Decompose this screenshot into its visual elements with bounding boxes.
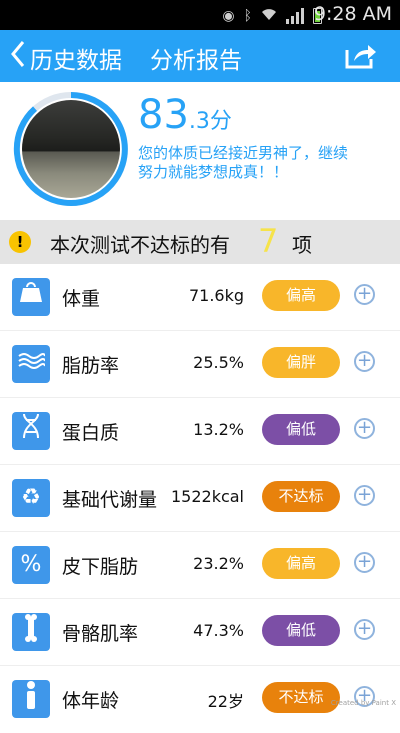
metric-row-body-fat[interactable]: 脂肪率 25.5% 偏胖 +	[0, 331, 400, 398]
expand-plus-icon[interactable]: +	[354, 485, 375, 506]
metric-value: 23.2%	[193, 554, 244, 573]
metric-value: 22岁	[207, 692, 244, 711]
status-badge: 偏低	[262, 615, 340, 646]
scale-icon	[12, 278, 50, 316]
expand-plus-icon[interactable]: +	[354, 418, 375, 439]
metric-name: 蛋白质	[62, 422, 120, 444]
expand-plus-icon[interactable]: +	[354, 351, 375, 372]
metric-name: 体年龄	[62, 690, 120, 712]
eye-icon: ◉	[222, 8, 235, 24]
watermark: Created by Paint X	[330, 699, 396, 707]
status-badge: 不达标	[262, 481, 340, 512]
expand-plus-icon[interactable]: +	[354, 284, 375, 305]
status-badge: 偏高	[262, 280, 340, 311]
expand-plus-icon[interactable]: +	[354, 619, 375, 640]
score-section: 83.3分 您的体质已经接近男神了，继续努力就能梦想成真！！	[0, 82, 400, 220]
metric-row-protein[interactable]: 蛋白质 13.2% 偏低 +	[0, 398, 400, 465]
status-badge: 偏低	[262, 414, 340, 445]
metric-name: 基础代谢量	[62, 489, 158, 511]
back-button-label[interactable]: 历史数据	[30, 41, 122, 75]
expand-plus-icon[interactable]: +	[354, 552, 375, 573]
percent-icon: %	[12, 546, 50, 584]
metric-row-bmr[interactable]: ♻ 基础代谢量 1522kcal 不达标 +	[0, 465, 400, 532]
status-badge: 不达标	[262, 682, 340, 713]
status-bar: ◉ ᛒ 9:28 AM	[0, 0, 400, 30]
app-header: 历史数据 分析报告	[0, 30, 400, 82]
score-message: 您的体质已经接近男神了，继续努力就能梦想成真！！	[138, 144, 349, 181]
metric-row-subcutaneous-fat[interactable]: % 皮下脂肪 23.2% 偏高 +	[0, 532, 400, 599]
signal-icon	[286, 8, 304, 24]
metric-name: 体重	[62, 288, 101, 310]
wifi-icon	[261, 7, 277, 25]
share-icon[interactable]	[344, 42, 378, 70]
bluetooth-icon: ᛒ	[243, 8, 252, 24]
page-title: 分析报告	[150, 48, 242, 74]
banner-unit: 项	[292, 233, 312, 257]
failed-items-banner: ! 本次测试不达标的有 7 项	[0, 220, 400, 264]
banner-text: 本次测试不达标的有	[50, 233, 230, 257]
bone-icon	[12, 613, 50, 651]
metric-row-skeletal-muscle[interactable]: 骨骼肌率 47.3% 偏低 +	[0, 599, 400, 666]
person-icon	[12, 680, 50, 718]
failed-count: 7	[258, 222, 279, 260]
avatar	[22, 100, 120, 198]
score-value: 83.3分	[138, 92, 232, 138]
metric-name: 骨骼肌率	[62, 623, 139, 645]
metric-value: 13.2%	[193, 420, 244, 439]
metric-value: 25.5%	[193, 353, 244, 372]
score-decimal: .3分	[188, 109, 232, 134]
dna-icon	[12, 412, 50, 450]
metric-row-weight[interactable]: 体重 71.6kg 偏高 +	[0, 264, 400, 331]
metric-name: 脂肪率	[62, 355, 120, 377]
metric-name: 皮下脂肪	[62, 556, 139, 578]
fat-icon	[12, 345, 50, 383]
status-time: 9:28 AM	[313, 3, 392, 25]
warning-icon: !	[9, 231, 31, 253]
status-badge: 偏胖	[262, 347, 340, 378]
metric-value: 1522kcal	[170, 487, 244, 506]
recycle-icon: ♻	[12, 479, 50, 517]
status-icons: ◉ ᛒ	[222, 7, 322, 25]
back-icon[interactable]	[10, 39, 26, 75]
status-badge: 偏高	[262, 548, 340, 579]
metric-value: 47.3%	[193, 621, 244, 640]
metric-value: 71.6kg	[188, 286, 244, 305]
score-main: 83	[138, 92, 189, 138]
